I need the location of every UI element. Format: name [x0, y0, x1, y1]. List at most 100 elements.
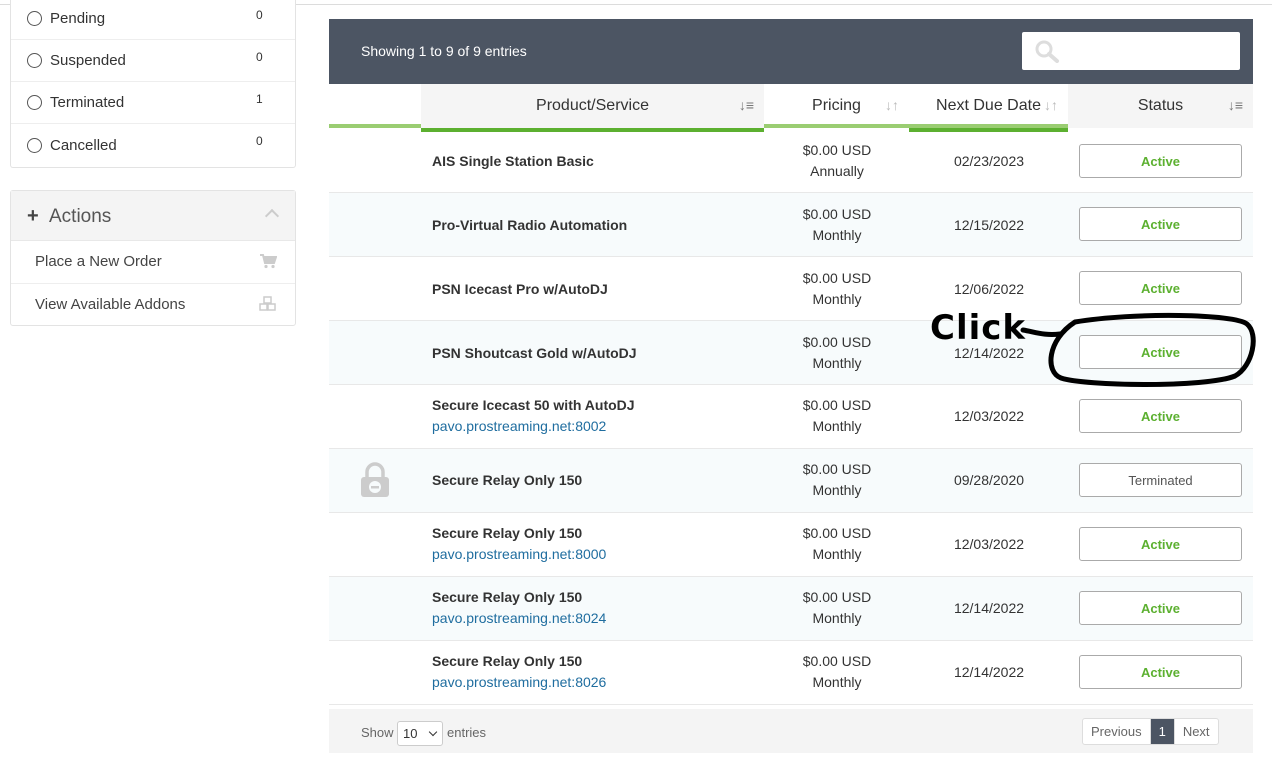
cart-icon [260, 254, 277, 269]
entries-info: Showing 1 to 9 of 9 entries [361, 43, 527, 59]
actions-header[interactable]: + Actions [11, 191, 295, 241]
sort-both-icon: ↓↑ [885, 97, 899, 113]
view-available-addons-link[interactable]: View Available Addons [11, 284, 295, 327]
billing-cycle: Monthly [812, 291, 862, 307]
page-size-value: 10 [403, 726, 418, 741]
status-filter-pending[interactable]: Pending 0 [11, 0, 295, 40]
price-amount: $0.00 USD [802, 461, 872, 477]
status-button[interactable]: Terminated [1079, 463, 1242, 497]
actions-title: Actions [49, 206, 112, 227]
table-row[interactable]: Secure Relay Only 150 pavo.prostreaming.… [329, 513, 1253, 577]
radio-icon[interactable] [27, 137, 42, 153]
pricing-cell: $0.00 USD Monthly [777, 651, 897, 693]
table-row[interactable]: AIS Single Station Basic $0.00 USD Annua… [329, 129, 1253, 193]
entries-label: entries [447, 725, 487, 740]
table-search-input[interactable] [1022, 32, 1240, 70]
pricing-cell: $0.00 USD Monthly [777, 332, 897, 374]
sort-asc-icon: ↓≡ [1227, 97, 1243, 113]
status-button[interactable]: Active [1079, 271, 1242, 305]
cubes-icon [259, 296, 276, 311]
page-size-select[interactable]: 10 [397, 721, 443, 746]
status-button[interactable]: Active [1079, 399, 1242, 433]
next-due-date: 12/14/2022 [953, 600, 1025, 616]
status-filter-cancelled[interactable]: Cancelled 0 [11, 124, 295, 166]
table-row[interactable]: Secure Relay Only 150 pavo.prostreaming.… [329, 641, 1253, 705]
status-label: Cancelled [50, 136, 117, 154]
next-due-date: 12/06/2022 [953, 281, 1025, 297]
column-label: Pricing [812, 97, 861, 114]
next-due-date: 09/28/2020 [953, 472, 1025, 488]
search-icon [1035, 40, 1059, 63]
product-domain-link[interactable]: pavo.prostreaming.net:8024 [432, 610, 606, 626]
billing-cycle: Annually [810, 163, 864, 179]
place-new-order-link[interactable]: Place a New Order [11, 241, 295, 284]
next-due-date: 12/14/2022 [953, 664, 1025, 680]
column-label: Next Due Date [936, 97, 1041, 114]
column-header-product[interactable]: Product/Service ↓≡ [421, 84, 764, 132]
product-name: AIS Single Station Basic [432, 153, 594, 169]
billing-cycle: Monthly [812, 546, 862, 562]
pricing-cell: $0.00 USD Monthly [777, 459, 897, 501]
radio-icon[interactable] [27, 95, 42, 110]
table-header-row: Product/Service ↓≡ Pricing ↓↑ Next Due D… [329, 84, 1253, 132]
price-amount: $0.00 USD [802, 653, 872, 669]
next-page-button[interactable]: Next [1175, 719, 1218, 744]
radio-icon[interactable] [27, 11, 42, 26]
pagination: Previous 1 Next [1082, 718, 1219, 745]
status-filter-terminated[interactable]: Terminated 1 [11, 82, 295, 124]
product-domain-link[interactable]: pavo.prostreaming.net:8002 [432, 418, 606, 434]
price-amount: $0.00 USD [802, 397, 872, 413]
status-button[interactable]: Active [1079, 655, 1242, 689]
product-name: Secure Icecast 50 with AutoDJ [432, 397, 635, 413]
price-amount: $0.00 USD [802, 525, 872, 541]
status-count: 0 [256, 8, 263, 22]
status-filter-suspended[interactable]: Suspended 0 [11, 40, 295, 82]
status-button[interactable]: Active [1079, 591, 1242, 625]
table-footer: Show 10 entries Previous 1 Next [329, 709, 1253, 753]
price-amount: $0.00 USD [802, 589, 872, 605]
billing-cycle: Monthly [812, 227, 862, 243]
pricing-cell: $0.00 USD Monthly [777, 395, 897, 437]
status-label: Pending [50, 10, 106, 27]
column-header-status[interactable]: Status ↓≡ [1068, 84, 1253, 128]
billing-cycle: Monthly [812, 482, 862, 498]
column-label: Status [1137, 97, 1184, 114]
product-name: Secure Relay Only 150 [432, 472, 583, 488]
radio-icon[interactable] [27, 53, 42, 68]
pricing-cell: $0.00 USD Annually [777, 140, 897, 182]
pricing-cell: $0.00 USD Monthly [777, 204, 897, 246]
price-amount: $0.00 USD [802, 206, 872, 222]
table-row[interactable]: Secure Relay Only 150 pavo.prostreaming.… [329, 577, 1253, 641]
column-header-pricing[interactable]: Pricing ↓↑ [764, 84, 909, 128]
price-amount: $0.00 USD [802, 142, 872, 158]
status-button[interactable]: Active [1079, 527, 1242, 561]
status-count: 0 [256, 134, 263, 148]
product-name: Secure Relay Only 150 [432, 653, 583, 669]
column-header-next-due-date[interactable]: Next Due Date ↓↑ [909, 84, 1068, 132]
pricing-cell: $0.00 USD Monthly [777, 268, 897, 310]
status-label: Terminated [50, 94, 125, 111]
status-button[interactable]: Active [1079, 144, 1242, 178]
page-1-button[interactable]: 1 [1150, 719, 1175, 744]
previous-page-button[interactable]: Previous [1083, 719, 1151, 744]
table-toolbar: Showing 1 to 9 of 9 entries [329, 19, 1253, 84]
sort-asc-icon: ↓≡ [738, 97, 754, 113]
status-button[interactable]: Active [1079, 207, 1242, 241]
next-due-date: 12/03/2022 [953, 536, 1025, 552]
product-domain-link[interactable]: pavo.prostreaming.net:8000 [432, 546, 606, 562]
product-name: PSN Icecast Pro w/AutoDJ [432, 281, 608, 297]
next-due-date: 02/23/2023 [953, 153, 1025, 169]
price-amount: $0.00 USD [802, 334, 872, 350]
next-due-date: 12/15/2022 [953, 217, 1025, 233]
chevron-up-icon[interactable] [264, 208, 280, 224]
product-domain-link[interactable]: pavo.prostreaming.net:8026 [432, 674, 606, 690]
product-name: Secure Relay Only 150 [432, 525, 583, 541]
actions-panel: + Actions Place a New Order View Availab… [10, 190, 296, 326]
billing-cycle: Monthly [812, 355, 862, 371]
status-count: 0 [256, 50, 263, 64]
pricing-cell: $0.00 USD Monthly [777, 587, 897, 629]
table-row[interactable]: Secure Relay Only 150 $0.00 USD Monthly … [329, 449, 1253, 513]
product-name: Secure Relay Only 150 [432, 589, 583, 605]
table-row[interactable]: Pro-Virtual Radio Automation $0.00 USD M… [329, 193, 1253, 257]
lock-icon [361, 462, 389, 497]
